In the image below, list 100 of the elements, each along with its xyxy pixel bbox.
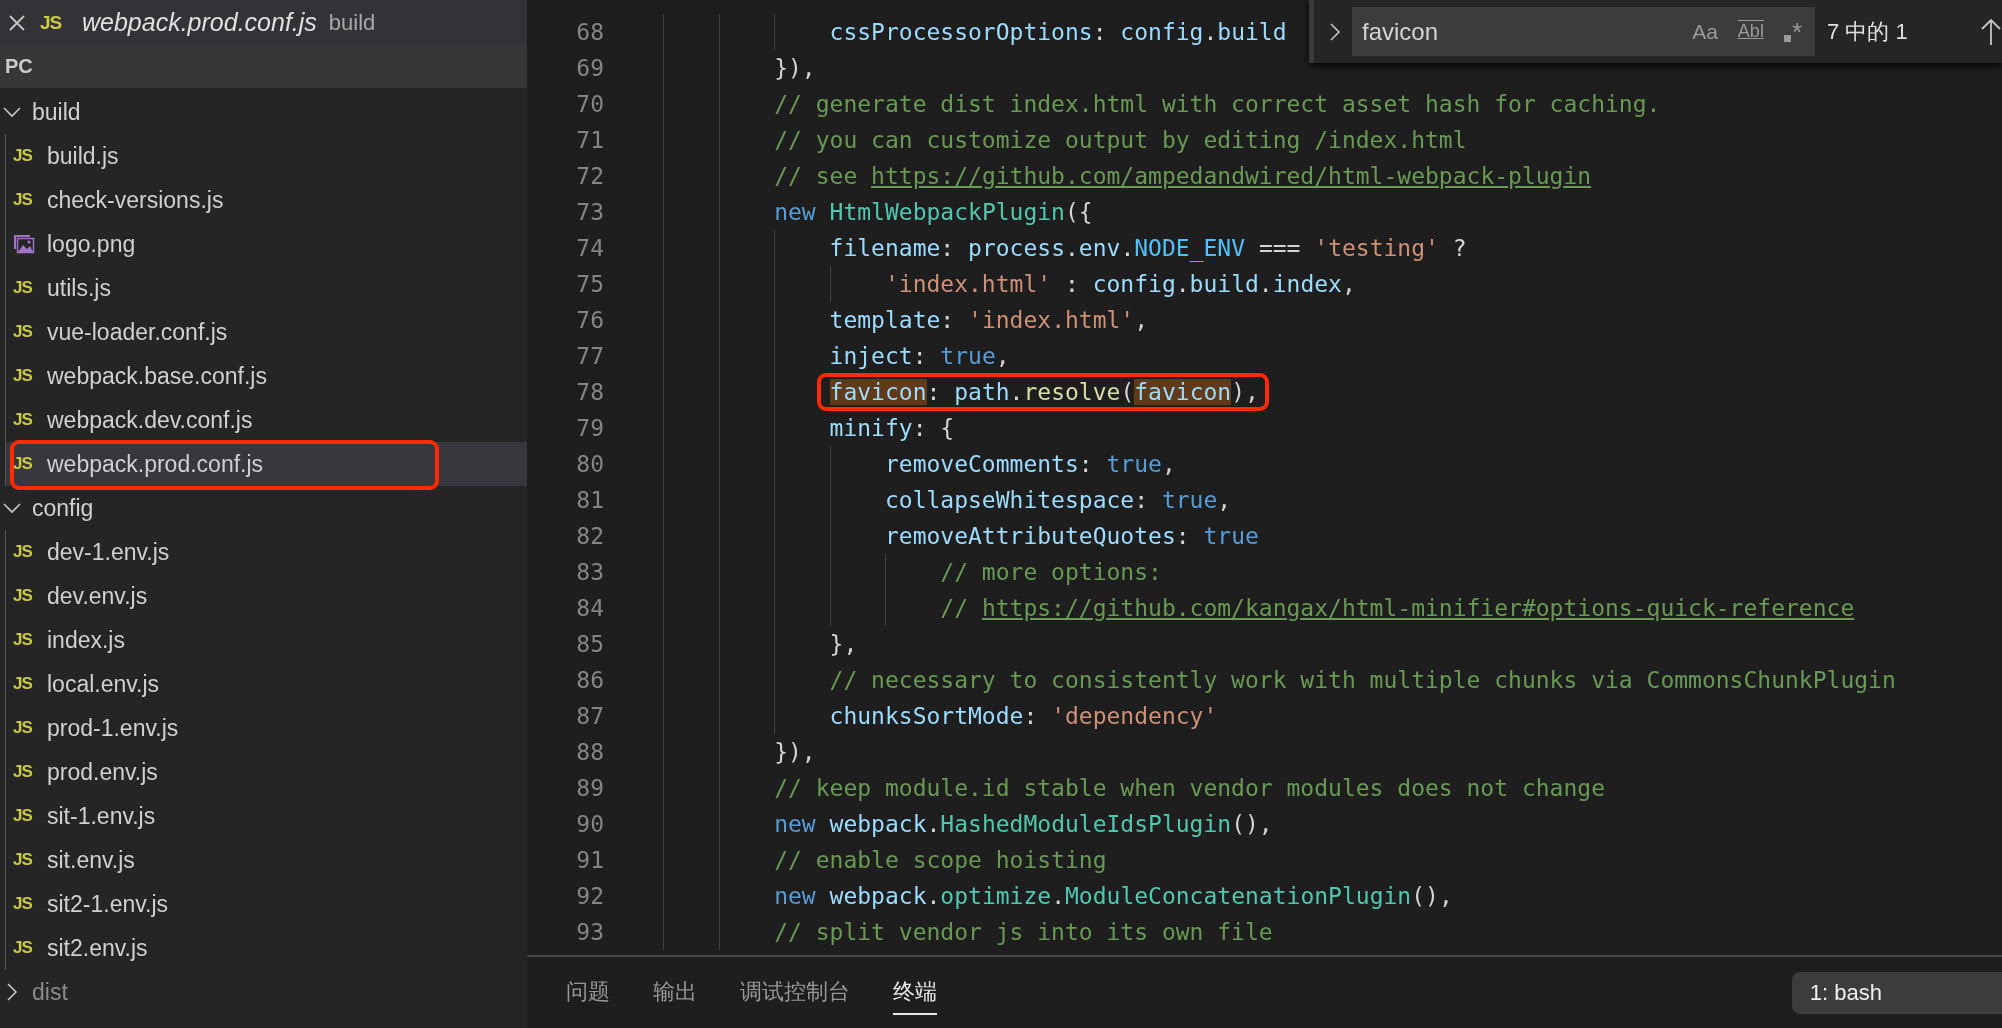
folder-item[interactable]: dist [0, 970, 527, 1014]
file-item[interactable]: JS prod.env.js [6, 750, 527, 794]
js-file-icon: JS [13, 366, 35, 386]
code-line: }, [828, 631, 858, 657]
code-line: // keep module.id stable when vendor modules does not change [773, 775, 1605, 801]
js-file-icon: JS [13, 762, 35, 782]
js-file-icon: JS [13, 542, 35, 562]
code-line: // split vendor js into its own file [773, 919, 1273, 945]
file-item[interactable]: JS sit.env.js [6, 838, 527, 882]
file-item[interactable]: JS sit2-1.env.js [6, 882, 527, 926]
regex-toggle[interactable]: * [1780, 15, 1805, 48]
folder-item[interactable]: build [0, 90, 527, 134]
code-line: removeComments: true, [883, 451, 1176, 477]
line-number: 73 [575, 199, 604, 225]
code-line: // you can customize output by editing /index.html [773, 127, 1467, 153]
open-editor-filename[interactable]: webpack.prod.conf.js [82, 8, 317, 37]
line-number: 81 [575, 487, 604, 513]
line-number: 80 [575, 451, 604, 477]
line-number: 90 [575, 811, 604, 837]
code-line: }), [773, 739, 816, 765]
search-field[interactable]: favicon Aa Abl * [1352, 7, 1815, 56]
code-line: chunksSortMode: 'dependency' [828, 703, 1218, 729]
terminal-dropdown[interactable]: 1: bash [1791, 971, 2002, 1014]
line-number: 86 [575, 667, 604, 693]
code-line: cssProcessorOptions: config.build [828, 19, 1287, 45]
file-item[interactable]: JS check-versions.js [6, 178, 527, 222]
file-item[interactable]: JS utils.js [6, 266, 527, 310]
file-item[interactable]: JS prod-1.env.js [6, 706, 527, 750]
file-item[interactable]: JS local.env.js [6, 662, 527, 706]
line-number: 93 [575, 919, 604, 945]
file-item[interactable]: JS dev.env.js [6, 574, 527, 618]
file-item[interactable]: JS sit-1.env.js [6, 794, 527, 838]
code-line: favicon: path.resolve(favicon), [829, 379, 1259, 405]
code-line: minify: { [828, 415, 955, 441]
line-number: 68 [575, 19, 604, 45]
line-number: 76 [575, 307, 604, 333]
line-number: 69 [575, 55, 604, 81]
code-line: }), [773, 55, 816, 81]
file-item[interactable]: JS sit2.env.js [6, 926, 527, 970]
js-file-icon: JS [13, 410, 35, 430]
file-item[interactable]: JS webpack.dev.conf.js [6, 398, 527, 442]
section-header[interactable]: PC [0, 45, 527, 88]
file-item[interactable]: JS dev-1.env.js [6, 530, 527, 574]
line-number: 87 [575, 703, 604, 729]
open-editor-folder: build [328, 9, 376, 36]
js-file-icon: JS [13, 850, 35, 870]
file-item[interactable]: JS webpack.base.conf.js [6, 354, 527, 398]
js-file-icon: JS [13, 278, 35, 298]
js-file-icon: JS [13, 190, 35, 210]
chevron-right-icon[interactable] [1328, 20, 1342, 43]
code-line: // generate dist index.html with correct asset hash for caching. [773, 91, 1661, 117]
js-file-icon: JS [13, 938, 35, 958]
arrow-up-icon[interactable] [1980, 17, 2002, 46]
line-number: 72 [575, 163, 604, 189]
code-line: // more options: [939, 559, 1162, 585]
code-line: // enable scope hoisting [773, 847, 1107, 873]
code-line: // necessary to consistently work with multiple chunks via CommonsChunkPlugin [828, 667, 1896, 693]
close-icon[interactable] [8, 13, 26, 32]
line-number: 79 [575, 415, 604, 441]
whole-word-toggle[interactable]: Abl [1734, 18, 1767, 45]
image-file-icon [13, 234, 35, 254]
file-item[interactable]: JS index.js [6, 618, 527, 662]
line-number: 70 [575, 91, 604, 117]
line-number: 74 [575, 235, 604, 261]
code-line: removeAttributeQuotes: true [883, 523, 1259, 549]
code-line: template: 'index.html', [828, 307, 1149, 333]
line-number: 91 [575, 847, 604, 873]
file-item[interactable]: JS build.js [6, 134, 527, 178]
panel-tab[interactable]: 调试控制台 [740, 970, 850, 1015]
js-file-icon: JS [13, 894, 35, 914]
line-number: 77 [575, 343, 604, 369]
panel-tab[interactable]: 问题 [566, 970, 610, 1015]
line-number: 92 [575, 883, 604, 909]
code-line: new HtmlWebpackPlugin({ [773, 199, 1093, 225]
js-file-icon: JS [13, 718, 35, 738]
line-number: 85 [575, 631, 604, 657]
js-file-icon: JS [13, 806, 35, 826]
js-file-icon: JS [13, 454, 35, 474]
code-line: collapseWhitespace: true, [883, 487, 1232, 513]
match-count: 7 中的 1 [1827, 17, 1908, 46]
js-file-icon: JS [13, 674, 35, 694]
line-number: 82 [575, 523, 604, 549]
folder-item[interactable]: config [0, 486, 527, 530]
line-number: 84 [575, 595, 604, 621]
line-number: 78 [575, 379, 604, 405]
js-file-icon: JS [40, 11, 66, 34]
file-item[interactable]: JS vue-loader.conf.js [6, 310, 527, 354]
code-line: // see https://github.com/ampedandwired/html-webpack-plugin [773, 163, 1592, 189]
code-line: 'index.html' : config.build.index, [883, 271, 1356, 297]
line-number: 83 [575, 559, 604, 585]
code-line: new webpack.HashedModuleIdsPlugin(), [773, 811, 1273, 837]
panel-tab[interactable]: 输出 [653, 970, 697, 1015]
file-item[interactable]: logo.png [6, 222, 527, 266]
panel-tab[interactable]: 终端 [893, 970, 937, 1015]
match-case-toggle[interactable]: Aa [1689, 16, 1721, 47]
js-file-icon: JS [13, 322, 35, 342]
line-number: 71 [575, 127, 604, 153]
code-line: new webpack.optimize.ModuleConcatenationPlugin(), [773, 883, 1453, 909]
js-file-icon: JS [13, 630, 35, 650]
js-file-icon: JS [13, 146, 35, 166]
